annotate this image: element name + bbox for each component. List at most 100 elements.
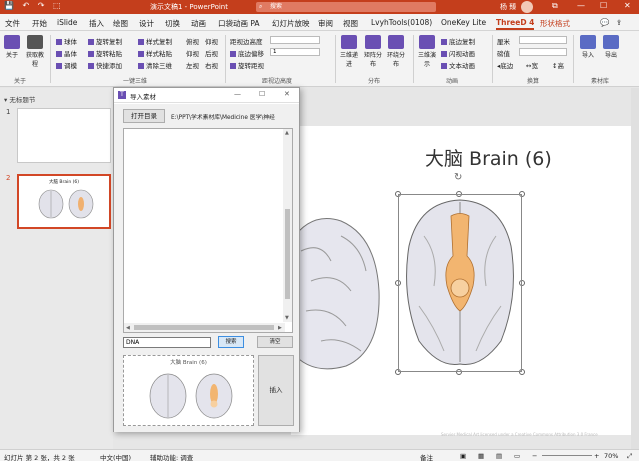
style-paste-button[interactable]: 样式粘贴: [138, 48, 172, 58]
rotate-copy-button[interactable]: 旋转复制: [88, 36, 122, 46]
zoom-slider[interactable]: [542, 455, 592, 456]
slide[interactable]: 大脑 Brain (6) ↻ Servier Medical Art licen…: [291, 126, 637, 437]
tab-threed[interactable]: ThreeD 4: [496, 18, 535, 30]
style-copy-button[interactable]: 样式复制: [138, 36, 172, 46]
tab-animation[interactable]: 动画: [191, 18, 206, 29]
quick-add-button[interactable]: 快捷添加: [88, 60, 122, 70]
tab-review[interactable]: 审阅: [318, 18, 333, 29]
3d-progressive-button[interactable]: 三维递进: [340, 35, 358, 68]
restore-icon[interactable]: ⧉: [552, 1, 558, 11]
scroll-right-icon[interactable]: ▶: [278, 325, 282, 331]
export-button[interactable]: 导出: [603, 35, 619, 59]
file-list-vscroll[interactable]: ▲ ▼: [283, 129, 292, 322]
tab-view[interactable]: 视图: [343, 18, 358, 29]
tab-pocket-anim[interactable]: 口袋动画 PA: [218, 18, 260, 29]
tab-insert[interactable]: 插入: [89, 18, 104, 29]
tab-lvyhtools[interactable]: LvyhTools(0108): [371, 18, 432, 27]
import-button[interactable]: 导入: [580, 35, 596, 59]
avatar[interactable]: [521, 1, 533, 13]
adjust-button[interactable]: 调模: [56, 60, 77, 70]
3d-demo-button[interactable]: 三维演示: [418, 35, 436, 68]
tab-transition[interactable]: 切换: [165, 18, 180, 29]
normal-view-icon[interactable]: ▣: [460, 452, 466, 460]
tab-design[interactable]: 设计: [139, 18, 154, 29]
sphere-button[interactable]: 球体: [56, 36, 77, 46]
zoom-in-icon[interactable]: +: [594, 452, 599, 460]
search-box[interactable]: ⌕ 搜索: [256, 2, 436, 12]
file-list[interactable]: ▲ ▼ ◀ ▶: [123, 128, 293, 333]
scroll-down-icon[interactable]: ▼: [285, 315, 289, 321]
view-bottom-button[interactable]: 仰视: [186, 48, 199, 58]
offset-input[interactable]: [270, 48, 320, 56]
slideshow-icon[interactable]: ▭: [514, 452, 520, 460]
text-anim-button[interactable]: 文本动画: [441, 60, 475, 70]
width-button[interactable]: ↔宽: [526, 60, 538, 70]
tab-slideshow[interactable]: 幻灯片放映: [272, 18, 310, 29]
reading-view-icon[interactable]: ▤: [496, 452, 502, 460]
search-input[interactable]: [123, 337, 211, 348]
minimize-icon[interactable]: —: [577, 1, 585, 10]
matrix-distribute-button[interactable]: 矩阵分布: [364, 35, 382, 68]
accessibility-status[interactable]: 辅助功能: 调查: [150, 452, 193, 461]
close-icon[interactable]: ✕: [624, 1, 631, 10]
bottom-side-button[interactable]: ◂底边: [497, 60, 513, 70]
tab-home[interactable]: 开始: [32, 18, 47, 29]
tab-draw[interactable]: 绘图: [113, 18, 128, 29]
scroll-thumb[interactable]: [134, 325, 274, 330]
about-button[interactable]: 关于: [3, 35, 21, 59]
ring-distribute-button[interactable]: 环绕分布: [387, 35, 405, 68]
quick-access-toolbar[interactable]: 💾 ↶ ↷ ⬚: [4, 1, 64, 10]
maximize-icon[interactable]: ☐: [600, 1, 607, 10]
rotate-paste-button[interactable]: 旋转粘贴: [88, 48, 122, 58]
pos-high-input[interactable]: [270, 36, 320, 44]
edge-copy-button[interactable]: 底边复制: [441, 36, 475, 46]
open-directory-button[interactable]: 打开目录: [123, 109, 165, 123]
clear-3d-button[interactable]: 清除三维: [138, 60, 172, 70]
section-label[interactable]: ▾ 无标题节: [4, 94, 35, 104]
crystal-button[interactable]: 晶体: [56, 48, 77, 58]
vertical-scrollbar[interactable]: [631, 88, 639, 449]
cm-input[interactable]: [519, 36, 567, 44]
view-up-button[interactable]: 仰视: [205, 36, 218, 46]
scroll-thumb[interactable]: [285, 209, 290, 299]
rotate-view-button[interactable]: 旋转距视: [230, 60, 264, 70]
notes-button[interactable]: 备注: [420, 452, 433, 461]
maximize-icon[interactable]: ☐: [259, 90, 265, 98]
insert-button[interactable]: 插入: [258, 355, 294, 426]
rotate-handle-icon[interactable]: ↻: [454, 172, 462, 183]
preview-panel[interactable]: 大脑 Brain (6): [123, 355, 254, 426]
file-list-hscroll[interactable]: ◀ ▶: [124, 323, 285, 332]
pt-input[interactable]: [519, 48, 567, 56]
dialog-titlebar[interactable]: T 导入素材 — ☐ ✕: [114, 88, 299, 103]
tab-islide[interactable]: iSlide: [57, 18, 77, 27]
close-icon[interactable]: ✕: [284, 90, 290, 98]
fit-slide-icon[interactable]: ⤢: [627, 452, 632, 461]
slide-title[interactable]: 大脑 Brain (6): [425, 144, 552, 171]
slide-thumbnail-1[interactable]: [17, 108, 111, 163]
view-back-button[interactable]: 后视: [205, 48, 218, 58]
view-top-button[interactable]: 俯视: [186, 36, 199, 46]
language[interactable]: 中文(中国): [100, 452, 131, 461]
zoom-level[interactable]: 70%: [604, 452, 618, 460]
minimize-icon[interactable]: —: [234, 90, 241, 98]
brain-side-image[interactable]: [291, 211, 381, 371]
slide-sorter-icon[interactable]: ▦: [478, 452, 484, 460]
height-button[interactable]: ↕高: [552, 60, 564, 70]
view-right-button[interactable]: 右视: [205, 60, 218, 70]
flash-anim-button[interactable]: 闪视动画: [441, 48, 475, 58]
tab-shape-format[interactable]: 形状格式: [540, 18, 570, 29]
get-tutorial-button[interactable]: 获取教程: [24, 35, 46, 68]
zoom-out-icon[interactable]: −: [532, 452, 537, 460]
share-icon[interactable]: ⇪: [616, 18, 622, 27]
scroll-left-icon[interactable]: ◀: [126, 325, 130, 331]
tab-onekey[interactable]: OneKey Lite: [441, 18, 486, 27]
scroll-up-icon[interactable]: ▲: [285, 130, 289, 136]
comment-icon[interactable]: 💬: [600, 18, 609, 27]
slide-thumbnail-2[interactable]: 大脑 Brain (6): [17, 174, 111, 229]
clear-button[interactable]: 清空: [257, 336, 293, 348]
brain-bottom-image[interactable]: [399, 196, 521, 370]
search-button[interactable]: 搜索: [218, 336, 244, 348]
user-name[interactable]: 杨 臻: [500, 2, 516, 12]
tab-file[interactable]: 文件: [5, 18, 20, 29]
view-left-button[interactable]: 左视: [186, 60, 199, 70]
